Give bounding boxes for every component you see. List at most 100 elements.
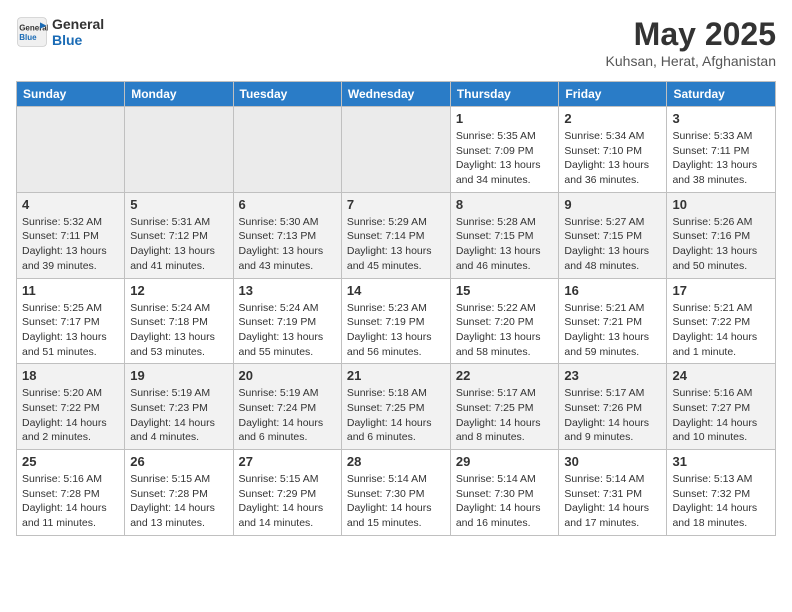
- title-block: May 2025 Kuhsan, Herat, Afghanistan: [606, 16, 776, 69]
- calendar-cell: 11 Sunrise: 5:25 AM Sunset: 7:17 PM Dayli…: [17, 278, 125, 364]
- logo-icon: General Blue: [16, 16, 48, 48]
- day-number: 22: [456, 368, 554, 383]
- calendar-week-row: 1 Sunrise: 5:35 AM Sunset: 7:09 PM Daylig…: [17, 107, 776, 193]
- calendar-header-row: SundayMondayTuesdayWednesdayThursdayFrid…: [17, 82, 776, 107]
- calendar-cell: 2 Sunrise: 5:34 AM Sunset: 7:10 PM Daylig…: [559, 107, 667, 193]
- day-info: Sunrise: 5:35 AM Sunset: 7:09 PM Dayligh…: [456, 129, 554, 188]
- calendar-day-header: Tuesday: [233, 82, 341, 107]
- calendar-cell: 18 Sunrise: 5:20 AM Sunset: 7:22 PM Dayli…: [17, 364, 125, 450]
- day-number: 29: [456, 454, 554, 469]
- calendar-cell: 28 Sunrise: 5:14 AM Sunset: 7:30 PM Dayli…: [341, 450, 450, 536]
- day-info: Sunrise: 5:29 AM Sunset: 7:14 PM Dayligh…: [347, 215, 445, 274]
- day-info: Sunrise: 5:14 AM Sunset: 7:31 PM Dayligh…: [564, 472, 661, 531]
- day-info: Sunrise: 5:14 AM Sunset: 7:30 PM Dayligh…: [456, 472, 554, 531]
- day-number: 16: [564, 283, 661, 298]
- day-info: Sunrise: 5:13 AM Sunset: 7:32 PM Dayligh…: [672, 472, 770, 531]
- day-number: 27: [239, 454, 336, 469]
- day-number: 14: [347, 283, 445, 298]
- logo: General Blue General Blue: [16, 16, 104, 48]
- calendar-cell: 3Sunrise: 5:33 AM Sunset: 7:11 PM Daylig…: [667, 107, 776, 193]
- day-number: 7: [347, 197, 445, 212]
- calendar-week-row: 18 Sunrise: 5:20 AM Sunset: 7:22 PM Dayli…: [17, 364, 776, 450]
- day-info: Sunrise: 5:23 AM Sunset: 7:19 PM Dayligh…: [347, 301, 445, 360]
- day-info: Sunrise: 5:25 AM Sunset: 7:17 PM Dayligh…: [22, 301, 119, 360]
- calendar-cell: 26Sunrise: 5:15 AM Sunset: 7:28 PM Dayli…: [125, 450, 233, 536]
- day-number: 1: [456, 111, 554, 126]
- calendar-week-row: 11 Sunrise: 5:25 AM Sunset: 7:17 PM Dayli…: [17, 278, 776, 364]
- day-number: 9: [564, 197, 661, 212]
- calendar-cell: 10Sunrise: 5:26 AM Sunset: 7:16 PM Dayli…: [667, 192, 776, 278]
- day-number: 11: [22, 283, 119, 298]
- day-number: 13: [239, 283, 336, 298]
- calendar-cell: 8 Sunrise: 5:28 AM Sunset: 7:15 PM Daylig…: [450, 192, 559, 278]
- day-info: Sunrise: 5:16 AM Sunset: 7:28 PM Dayligh…: [22, 472, 119, 531]
- day-info: Sunrise: 5:24 AM Sunset: 7:19 PM Dayligh…: [239, 301, 336, 360]
- day-info: Sunrise: 5:27 AM Sunset: 7:15 PM Dayligh…: [564, 215, 661, 274]
- calendar-cell: 1 Sunrise: 5:35 AM Sunset: 7:09 PM Daylig…: [450, 107, 559, 193]
- subtitle: Kuhsan, Herat, Afghanistan: [606, 53, 776, 69]
- calendar-cell: 12Sunrise: 5:24 AM Sunset: 7:18 PM Dayli…: [125, 278, 233, 364]
- day-number: 3: [672, 111, 770, 126]
- day-info: Sunrise: 5:34 AM Sunset: 7:10 PM Dayligh…: [564, 129, 661, 188]
- day-info: Sunrise: 5:30 AM Sunset: 7:13 PM Dayligh…: [239, 215, 336, 274]
- calendar-cell: 16 Sunrise: 5:21 AM Sunset: 7:21 PM Dayli…: [559, 278, 667, 364]
- day-number: 31: [672, 454, 770, 469]
- day-info: Sunrise: 5:15 AM Sunset: 7:28 PM Dayligh…: [130, 472, 227, 531]
- day-number: 18: [22, 368, 119, 383]
- calendar-cell: 14 Sunrise: 5:23 AM Sunset: 7:19 PM Dayli…: [341, 278, 450, 364]
- day-number: 28: [347, 454, 445, 469]
- calendar-cell: 21 Sunrise: 5:18 AM Sunset: 7:25 PM Dayli…: [341, 364, 450, 450]
- day-info: Sunrise: 5:22 AM Sunset: 7:20 PM Dayligh…: [456, 301, 554, 360]
- day-number: 8: [456, 197, 554, 212]
- calendar-cell: 25Sunrise: 5:16 AM Sunset: 7:28 PM Dayli…: [17, 450, 125, 536]
- calendar-cell: 24 Sunrise: 5:16 AM Sunset: 7:27 PM Dayli…: [667, 364, 776, 450]
- day-info: Sunrise: 5:19 AM Sunset: 7:23 PM Dayligh…: [130, 386, 227, 445]
- calendar-cell: 31 Sunrise: 5:13 AM Sunset: 7:32 PM Dayli…: [667, 450, 776, 536]
- day-number: 30: [564, 454, 661, 469]
- day-info: Sunrise: 5:31 AM Sunset: 7:12 PM Dayligh…: [130, 215, 227, 274]
- calendar-cell: 27 Sunrise: 5:15 AM Sunset: 7:29 PM Dayli…: [233, 450, 341, 536]
- calendar-day-header: Friday: [559, 82, 667, 107]
- calendar-cell: 7 Sunrise: 5:29 AM Sunset: 7:14 PM Daylig…: [341, 192, 450, 278]
- day-info: Sunrise: 5:28 AM Sunset: 7:15 PM Dayligh…: [456, 215, 554, 274]
- calendar-cell: [125, 107, 233, 193]
- day-info: Sunrise: 5:16 AM Sunset: 7:27 PM Dayligh…: [672, 386, 770, 445]
- calendar-day-header: Thursday: [450, 82, 559, 107]
- svg-text:Blue: Blue: [19, 33, 37, 42]
- day-info: Sunrise: 5:17 AM Sunset: 7:26 PM Dayligh…: [564, 386, 661, 445]
- calendar-week-row: 4 Sunrise: 5:32 AM Sunset: 7:11 PM Daylig…: [17, 192, 776, 278]
- day-number: 4: [22, 197, 119, 212]
- day-info: Sunrise: 5:24 AM Sunset: 7:18 PM Dayligh…: [130, 301, 227, 360]
- day-number: 5: [130, 197, 227, 212]
- day-number: 23: [564, 368, 661, 383]
- day-number: 6: [239, 197, 336, 212]
- page-header: General Blue General Blue May 2025 Kuhsa…: [16, 16, 776, 69]
- day-info: Sunrise: 5:20 AM Sunset: 7:22 PM Dayligh…: [22, 386, 119, 445]
- day-number: 24: [672, 368, 770, 383]
- day-info: Sunrise: 5:21 AM Sunset: 7:22 PM Dayligh…: [672, 301, 770, 360]
- day-info: Sunrise: 5:18 AM Sunset: 7:25 PM Dayligh…: [347, 386, 445, 445]
- calendar-cell: 29 Sunrise: 5:14 AM Sunset: 7:30 PM Dayli…: [450, 450, 559, 536]
- calendar-cell: 20 Sunrise: 5:19 AM Sunset: 7:24 PM Dayli…: [233, 364, 341, 450]
- day-number: 20: [239, 368, 336, 383]
- day-number: 17: [672, 283, 770, 298]
- calendar-day-header: Saturday: [667, 82, 776, 107]
- day-info: Sunrise: 5:32 AM Sunset: 7:11 PM Dayligh…: [22, 215, 119, 274]
- day-number: 21: [347, 368, 445, 383]
- calendar-cell: [233, 107, 341, 193]
- main-title: May 2025: [606, 16, 776, 53]
- calendar-cell: 17 Sunrise: 5:21 AM Sunset: 7:22 PM Dayli…: [667, 278, 776, 364]
- calendar-cell: 22Sunrise: 5:17 AM Sunset: 7:25 PM Dayli…: [450, 364, 559, 450]
- logo-text: General Blue: [52, 16, 104, 48]
- day-number: 2: [564, 111, 661, 126]
- calendar-cell: 9 Sunrise: 5:27 AM Sunset: 7:15 PM Daylig…: [559, 192, 667, 278]
- calendar-cell: [341, 107, 450, 193]
- calendar-table: SundayMondayTuesdayWednesdayThursdayFrid…: [16, 81, 776, 536]
- calendar-cell: 4 Sunrise: 5:32 AM Sunset: 7:11 PM Daylig…: [17, 192, 125, 278]
- day-info: Sunrise: 5:15 AM Sunset: 7:29 PM Dayligh…: [239, 472, 336, 531]
- day-info: Sunrise: 5:14 AM Sunset: 7:30 PM Dayligh…: [347, 472, 445, 531]
- day-info: Sunrise: 5:26 AM Sunset: 7:16 PM Dayligh…: [672, 215, 770, 274]
- calendar-day-header: Sunday: [17, 82, 125, 107]
- day-info: Sunrise: 5:21 AM Sunset: 7:21 PM Dayligh…: [564, 301, 661, 360]
- day-info: Sunrise: 5:19 AM Sunset: 7:24 PM Dayligh…: [239, 386, 336, 445]
